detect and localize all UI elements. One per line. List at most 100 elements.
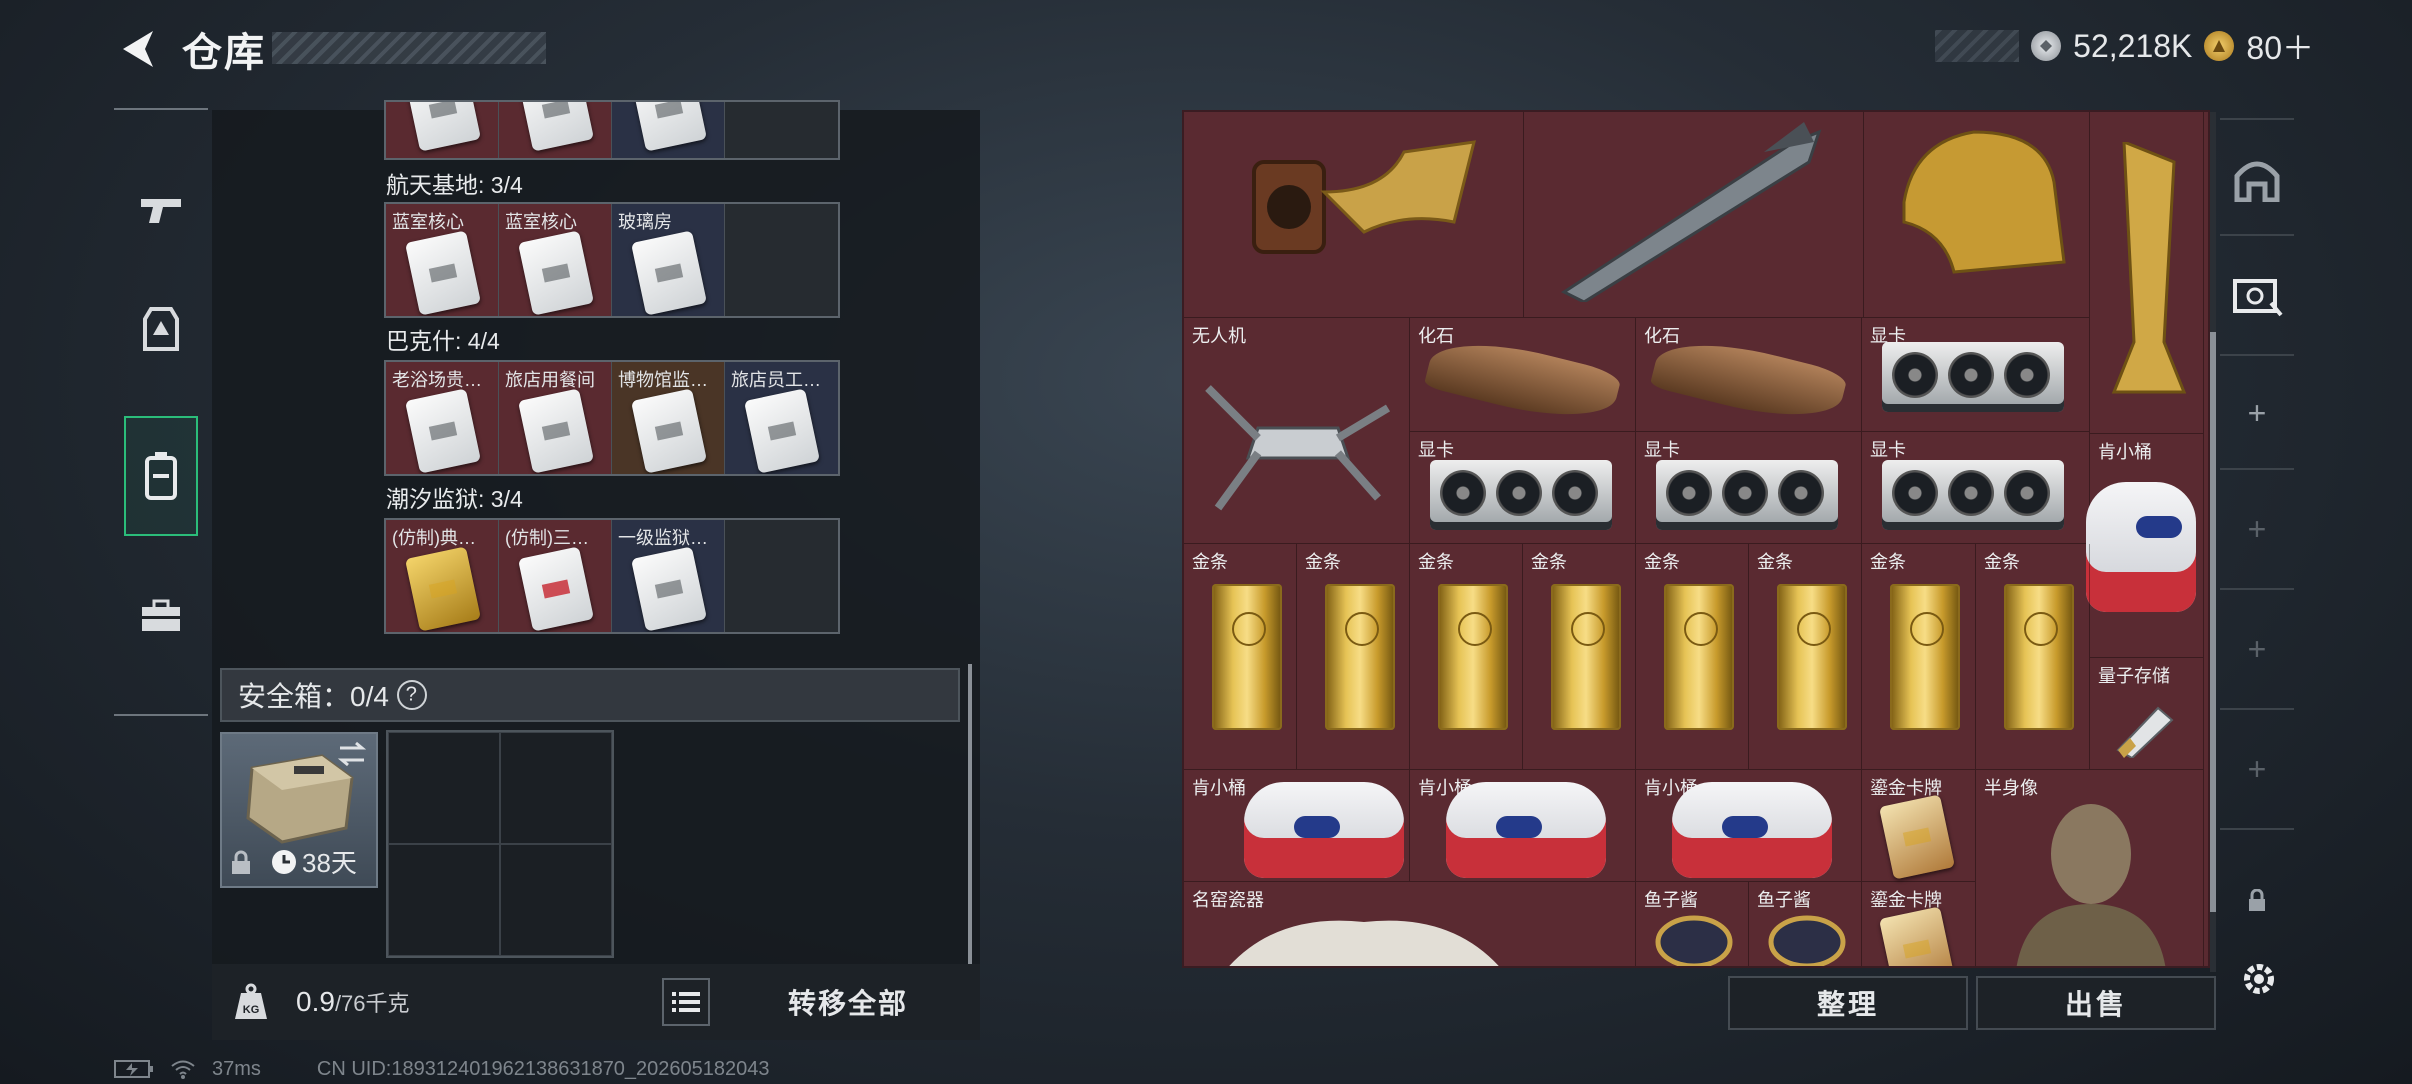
rail-toolbox[interactable] <box>124 556 198 676</box>
group-label: 潮汐监狱: 3/4 <box>386 486 523 512</box>
add-tab-button[interactable]: + <box>2226 496 2288 562</box>
stash-item-golden-statue[interactable] <box>1864 112 2090 318</box>
settings-button[interactable] <box>2232 952 2286 1006</box>
page-title: 仓库 <box>182 31 266 75</box>
swap-icon[interactable] <box>336 740 368 768</box>
keycard-icon <box>630 388 708 474</box>
add-tab-button[interactable]: + <box>2226 380 2288 446</box>
stash-item-golden-trophy[interactable] <box>2090 112 2204 434</box>
stash-item[interactable]: 半身像 <box>1976 770 2204 966</box>
empty-slot[interactable] <box>388 844 500 956</box>
rail-armor[interactable] <box>124 270 198 390</box>
item-slot[interactable] <box>499 102 612 158</box>
stash-item[interactable]: 金条 <box>1297 544 1410 770</box>
gold-balance[interactable]: 80＋ <box>2246 23 2314 69</box>
safe-box-grid <box>386 730 614 958</box>
keycard-slot[interactable]: 一级监狱… <box>612 520 725 632</box>
stash-item[interactable]: 显卡 <box>1862 432 2090 544</box>
rail-weapons[interactable] <box>124 150 198 270</box>
stash-tab-home[interactable] <box>2226 146 2288 212</box>
currency-decoration <box>1935 30 2020 62</box>
caviar-tin-icon <box>1655 915 1733 966</box>
item-slot[interactable] <box>386 102 499 158</box>
stash-item[interactable]: 金条 <box>1410 544 1523 770</box>
transfer-all-button[interactable]: 转移全部 <box>720 968 976 1036</box>
keycard-icon <box>630 546 708 632</box>
keycard-slot[interactable]: 蓝室核心 <box>499 204 612 316</box>
stash-item[interactable]: 显卡 <box>1862 318 2090 432</box>
safe-box-header: 安全箱：0/4 ? <box>220 668 960 722</box>
stash-item[interactable]: 肯小桶 <box>1636 770 1862 882</box>
clock-icon <box>272 849 296 874</box>
stash-item[interactable]: 金条 <box>1636 544 1749 770</box>
gpu-icon <box>1882 460 2064 530</box>
stash-item-gramophone[interactable] <box>1184 112 1524 318</box>
stash-tabs: + + + + <box>2216 108 2298 1008</box>
help-icon[interactable]: ? <box>390 673 434 717</box>
sort-button[interactable]: 整理 <box>1728 976 1968 1030</box>
stash-item[interactable]: 金条 <box>1976 544 2090 770</box>
keycard-icon <box>404 388 482 474</box>
gold-bar-icon <box>1777 584 1847 730</box>
stash-item[interactable]: 名窑瓷器 <box>1184 882 1636 966</box>
stash-item[interactable]: 鎏金卡牌 <box>1862 882 1976 966</box>
empty-slot[interactable] <box>500 844 612 956</box>
stash-item[interactable]: 鎏金卡牌 <box>1862 770 1976 882</box>
stash-item[interactable]: 鱼子酱 <box>1749 882 1862 966</box>
back-button[interactable] <box>112 24 162 74</box>
weight-icon: KG <box>226 977 276 1027</box>
stash-item[interactable]: 显卡 <box>1636 432 1862 544</box>
empty-slot[interactable] <box>725 204 838 316</box>
stash-item[interactable]: 金条 <box>1184 544 1297 770</box>
stash-item[interactable]: 化石 <box>1636 318 1862 433</box>
gpu-icon <box>1656 460 1838 530</box>
stash-item[interactable]: 鱼子酱 <box>1636 882 1749 966</box>
keycard-slot[interactable]: 旅店用餐间 <box>499 362 612 474</box>
stash-item-missile[interactable] <box>1524 112 1864 318</box>
empty-slot[interactable] <box>500 732 612 844</box>
gold-bar-icon <box>2004 584 2074 730</box>
stash-item[interactable]: 肯小桶 <box>2086 434 2204 658</box>
locked-tab[interactable] <box>2226 868 2288 934</box>
stash-item[interactable]: 金条 <box>1523 544 1636 770</box>
trophy-icon <box>2111 142 2187 394</box>
stash-item[interactable]: 无人机 <box>1184 318 1410 544</box>
stash-grid: 无人机 化石 化石 显卡 显卡 显卡 显卡 肯小桶 金条 金条 金条 金条 金条… <box>1182 110 2210 968</box>
stash-item[interactable]: 显卡 <box>1410 432 1636 544</box>
keycard-slot[interactable]: 旅店员工… <box>725 362 838 474</box>
list-view-button[interactable] <box>662 978 710 1026</box>
gold-bar-icon <box>1551 584 1621 730</box>
keycard-icon <box>743 388 821 474</box>
rail-backpack[interactable] <box>124 416 198 536</box>
gold-bar-icon <box>1325 584 1395 730</box>
porcelain-icon <box>1229 920 1499 966</box>
stash-item[interactable]: 化石 <box>1410 318 1636 433</box>
stash-item[interactable]: 金条 <box>1749 544 1862 770</box>
stash-item[interactable]: 量子存储 <box>2090 658 2204 770</box>
backpack-icon <box>145 452 177 500</box>
keycard-slot[interactable]: 博物馆监… <box>612 362 725 474</box>
valuables-icon <box>2233 279 2283 317</box>
keycard-slot[interactable]: 老浴场贵… <box>386 362 499 474</box>
add-tab-button[interactable]: + <box>2226 736 2288 802</box>
empty-slot[interactable] <box>725 520 838 632</box>
keycard-slot[interactable]: 蓝室核心 <box>386 204 499 316</box>
keycard-slot[interactable]: 玻璃房 <box>612 204 725 316</box>
item-slot[interactable] <box>612 102 725 158</box>
sell-button[interactable]: 出售 <box>1976 976 2216 1030</box>
empty-slot[interactable] <box>725 102 838 158</box>
gold-bar-icon <box>1438 584 1508 730</box>
list-icon <box>672 992 700 1012</box>
safe-box-slot[interactable]: 38天 <box>220 732 378 888</box>
add-tab-button[interactable]: + <box>2226 616 2288 682</box>
keycard-slot[interactable]: (仿制)典… <box>386 520 499 632</box>
left-scrollbar[interactable] <box>968 664 972 964</box>
stash-item[interactable]: 金条 <box>1862 544 1976 770</box>
stash-item[interactable]: 肯小桶 <box>1184 770 1410 882</box>
stash-tab-valuables[interactable] <box>2226 262 2288 328</box>
keycard-icon <box>517 230 595 316</box>
empty-slot[interactable] <box>388 732 500 844</box>
storage-icon <box>2234 161 2280 202</box>
stash-item[interactable]: 肯小桶 <box>1410 770 1636 882</box>
keycard-slot[interactable]: (仿制)三… <box>499 520 612 632</box>
